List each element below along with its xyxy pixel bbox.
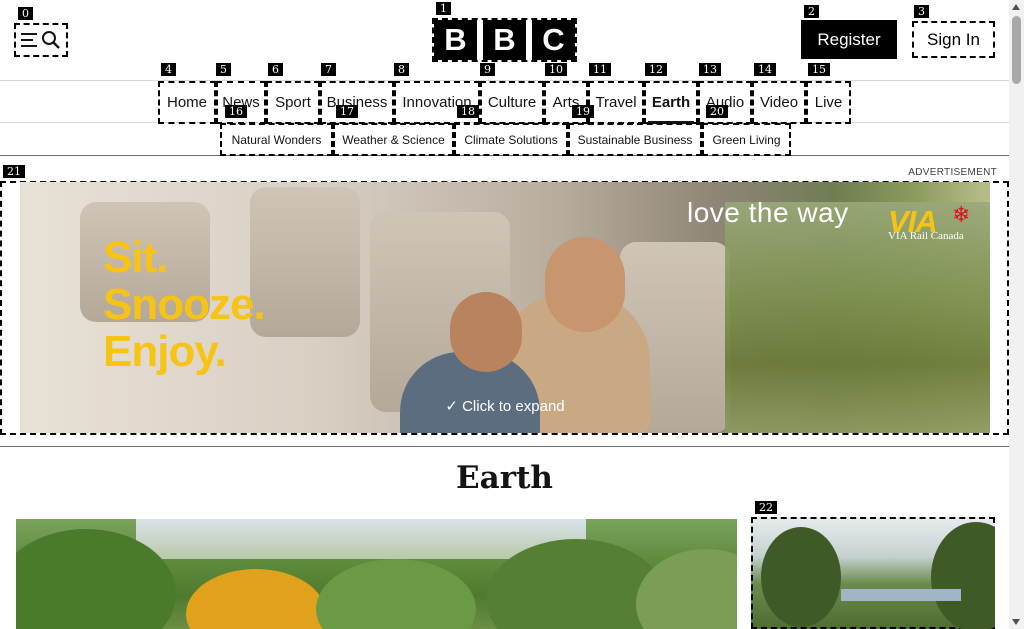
side-tree <box>931 522 995 629</box>
ad-person-head <box>450 292 522 372</box>
via-rail-logo-subtitle: VIA Rail Canada <box>888 230 964 242</box>
advertisement-label: ADVERTISEMENT <box>908 167 997 178</box>
scrollbar-thumb[interactable] <box>1012 16 1021 84</box>
secondary-nav: Natural Wonders Weather & Science Climat… <box>0 123 1009 156</box>
hero-article-image[interactable] <box>16 519 737 629</box>
ad-slogan-line: Sit. <box>103 233 168 282</box>
subnav-item-sustainable-business[interactable]: Sustainable Business <box>568 123 702 156</box>
scroll-down-arrow-icon[interactable] <box>1012 619 1020 625</box>
maple-leaf-icon: ❄ <box>952 202 971 227</box>
subnav-item-green-living[interactable]: Green Living <box>702 123 791 156</box>
ad-expand-button[interactable]: ✓ Click to expand <box>20 397 990 415</box>
annotation-tag: 3 <box>914 5 929 18</box>
nav-item-sport[interactable]: Sport <box>266 81 320 124</box>
ad-tagline: love the way <box>687 197 849 228</box>
subnav-item-weather-science[interactable]: Weather & Science <box>333 123 454 156</box>
hero-foliage <box>316 559 476 629</box>
nav-item-home[interactable]: Home <box>158 81 216 124</box>
annotation-tag: 2 <box>804 5 819 18</box>
register-button[interactable]: Register <box>801 20 897 59</box>
ad-person-head <box>545 237 625 332</box>
nav-item-video[interactable]: Video <box>752 81 806 124</box>
ad-expand-label: Click to expand <box>462 398 565 415</box>
annotation-tag: 7 <box>321 63 336 76</box>
advertisement-banner[interactable]: Sit. Snooze. Enjoy. love the way VIA ❄ V… <box>20 182 990 433</box>
side-lake <box>841 589 961 601</box>
logo-letter: B <box>434 20 477 60</box>
subnav-item-natural-wonders[interactable]: Natural Wonders <box>220 123 333 156</box>
search-icon <box>42 31 60 49</box>
ad-slogan-line: Enjoy. <box>103 327 227 376</box>
page-title: Earth <box>456 460 553 496</box>
annotation-tag: 12 <box>645 63 667 76</box>
annotation-tag: 16 <box>225 105 247 118</box>
menu-search-button[interactable] <box>14 23 68 57</box>
hero-flowers <box>186 569 326 629</box>
nav-item-culture[interactable]: Culture <box>480 81 544 124</box>
vertical-scrollbar[interactable] <box>1009 0 1024 629</box>
annotation-tag: 22 <box>755 501 777 514</box>
bbc-logo[interactable]: B B C <box>432 18 577 62</box>
site-header: 0 B B C 1 Register 2 Sign In 3 <box>0 0 1009 81</box>
annotation-tag: 13 <box>699 63 721 76</box>
logo-letter: B <box>483 20 526 60</box>
annotation-tag: 0 <box>18 7 33 20</box>
section-divider <box>0 446 1009 447</box>
annotation-tag: 8 <box>394 63 409 76</box>
annotation-tag: 20 <box>706 105 728 118</box>
ad-slogan-line: Snooze. <box>103 280 266 329</box>
annotation-tag: 11 <box>589 63 611 76</box>
annotation-tag: 1 <box>436 2 451 15</box>
logo-letter: C <box>532 20 575 60</box>
hero-foliage <box>636 549 737 629</box>
subnav-item-climate-solutions[interactable]: Climate Solutions <box>454 123 568 156</box>
annotation-tag: 15 <box>808 63 830 76</box>
annotation-tag: 10 <box>545 63 567 76</box>
chevron-down-icon: ✓ <box>445 398 458 415</box>
menu-icon <box>21 33 37 47</box>
annotation-tag: 14 <box>754 63 776 76</box>
ad-seat-shape <box>250 187 360 337</box>
side-tree <box>761 527 841 627</box>
annotation-tag: 18 <box>457 105 479 118</box>
sign-in-button[interactable]: Sign In <box>912 21 995 58</box>
annotation-tag: 17 <box>336 105 358 118</box>
ad-slogan: Sit. Snooze. Enjoy. <box>103 233 266 376</box>
annotation-tag: 19 <box>572 105 594 118</box>
nav-item-live[interactable]: Live <box>806 81 851 124</box>
annotation-tag: 5 <box>216 63 231 76</box>
scroll-up-arrow-icon[interactable] <box>1012 4 1020 10</box>
nav-item-travel[interactable]: Travel <box>588 81 644 124</box>
primary-nav: Home News Sport Business Innovation Cult… <box>0 81 1009 124</box>
nav-item-earth[interactable]: Earth <box>644 81 698 124</box>
annotation-tag: 21 <box>3 165 25 178</box>
side-article-image[interactable] <box>751 517 995 629</box>
annotation-tag: 6 <box>268 63 283 76</box>
annotation-tag: 4 <box>161 63 176 76</box>
annotation-tag: 9 <box>480 63 495 76</box>
